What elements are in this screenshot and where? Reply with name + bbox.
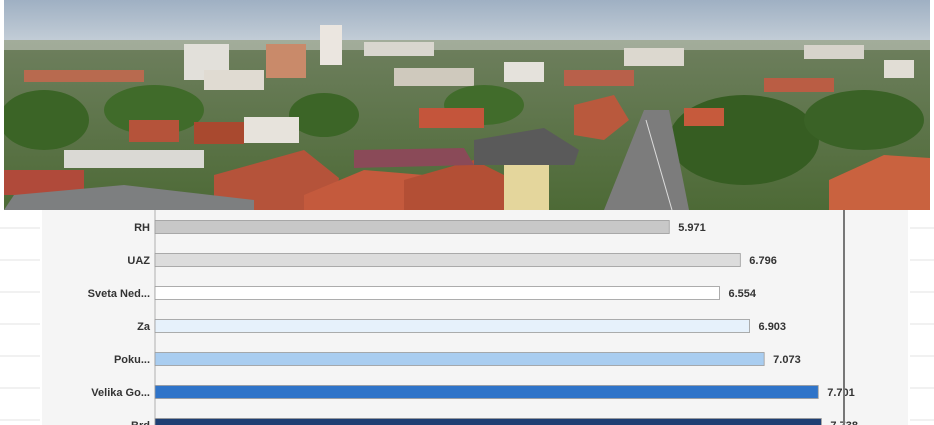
bar-chart: RH 5.971 UAZ 6.796 Sveta Ned... 6.554 Za 6.903 P…	[0, 210, 934, 425]
category-label-4: Poku...	[114, 354, 150, 366]
bar-3	[154, 319, 750, 333]
bar-chart-svg: RH 5.971 UAZ 6.796 Sveta Ned... 6.554 Za 6.903 P…	[0, 210, 934, 425]
category-label-1: UAZ	[127, 255, 150, 267]
category-label-3: Za	[137, 321, 151, 333]
city-panorama-illustration	[4, 0, 930, 210]
value-label-2: 6.554	[728, 288, 756, 300]
bar-5	[154, 385, 819, 399]
value-label-0: 5.971	[678, 222, 706, 234]
bar-1	[154, 253, 741, 267]
category-label-6: Brd	[131, 420, 150, 425]
bar-0	[154, 220, 670, 234]
category-label-5: Velika Go...	[91, 387, 150, 399]
value-label-3: 6.903	[759, 321, 787, 333]
bar-6	[154, 418, 822, 425]
bar-2	[154, 286, 720, 300]
value-label-1: 6.796	[749, 255, 777, 267]
category-label-2: Sveta Ned...	[88, 288, 150, 300]
city-aerial-photo	[4, 0, 930, 210]
bar-4	[154, 352, 765, 366]
value-label-4: 7.073	[773, 354, 801, 366]
value-label-5: 7.701	[827, 387, 855, 399]
category-label-0: RH	[134, 222, 150, 234]
